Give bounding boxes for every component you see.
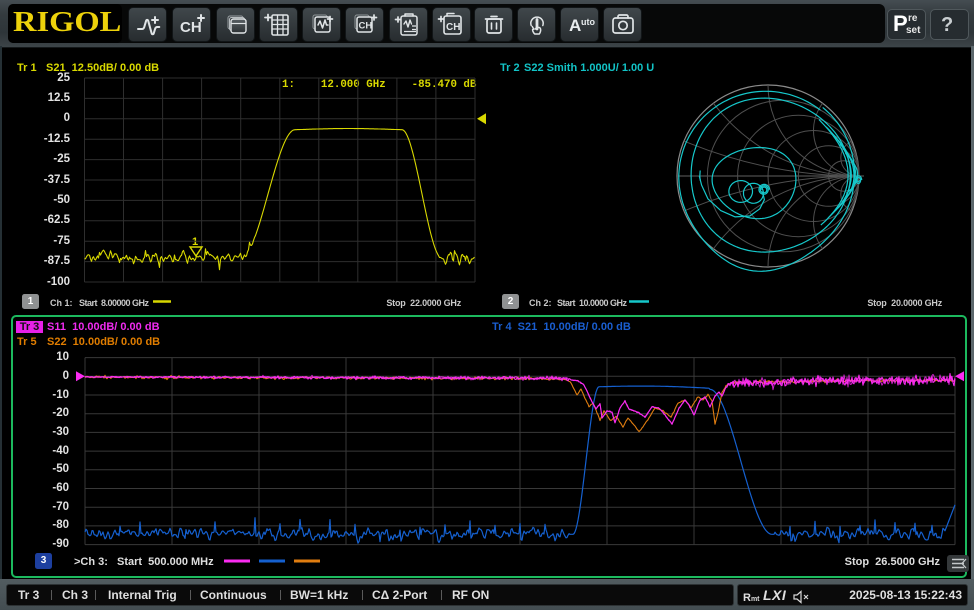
svg-text:uto: uto: [581, 17, 595, 27]
svg-text:CH: CH: [359, 21, 373, 32]
svg-text:A: A: [569, 16, 581, 35]
svg-text:CH: CH: [180, 19, 202, 36]
svg-text:CH: CH: [446, 22, 460, 33]
